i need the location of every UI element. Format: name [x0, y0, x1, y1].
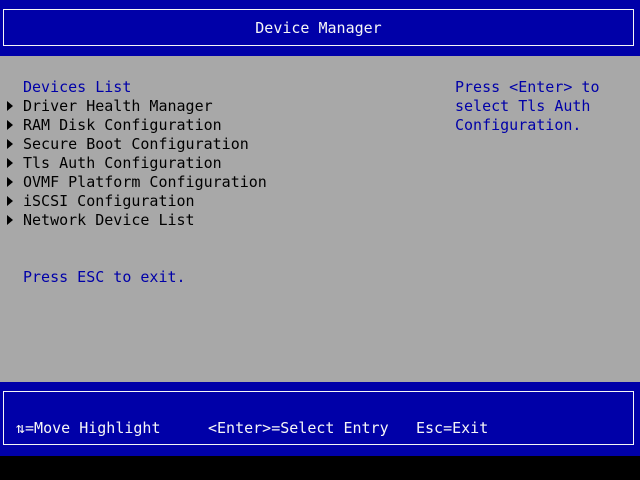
triangle-right-icon	[7, 158, 13, 168]
menu-item-label: RAM Disk Configuration	[23, 116, 222, 134]
help-line: select Tls Auth	[455, 97, 591, 115]
main-panel: Devices List Driver Health Manager RAM D…	[0, 56, 640, 382]
bottom-strip	[0, 456, 640, 480]
page-title: Device Manager	[255, 18, 382, 37]
move-highlight-hint: ⇅=Move Highlight	[16, 419, 161, 437]
triangle-right-icon	[7, 177, 13, 187]
menu-item-label: OVMF Platform Configuration	[23, 173, 267, 191]
menu-item-label: iSCSI Configuration	[23, 192, 195, 210]
devices-list-heading: Devices List	[23, 78, 132, 96]
menu-item-label: Network Device List	[23, 211, 195, 229]
triangle-right-icon	[7, 120, 13, 130]
help-line: Press <Enter> to	[455, 78, 600, 96]
esc-exit-hint: Esc=Exit	[416, 419, 489, 437]
triangle-right-icon	[7, 101, 13, 111]
help-line: Configuration.	[455, 116, 582, 134]
menu-item-label: Driver Health Manager	[23, 97, 213, 115]
footer-bar: ⇅=Move Highlight <Enter>=Select Entry Es…	[0, 382, 640, 456]
triangle-right-icon	[7, 215, 13, 225]
triangle-right-icon	[7, 139, 13, 149]
exit-hint: Press ESC to exit.	[23, 268, 186, 286]
menu-item-label: Tls Auth Configuration	[23, 154, 222, 172]
triangle-right-icon	[7, 196, 13, 206]
header-frame: Device Manager	[3, 9, 634, 46]
header-bar: Device Manager	[0, 0, 640, 56]
menu-item-label: Secure Boot Configuration	[23, 135, 249, 153]
select-entry-hint: <Enter>=Select Entry	[208, 419, 389, 437]
